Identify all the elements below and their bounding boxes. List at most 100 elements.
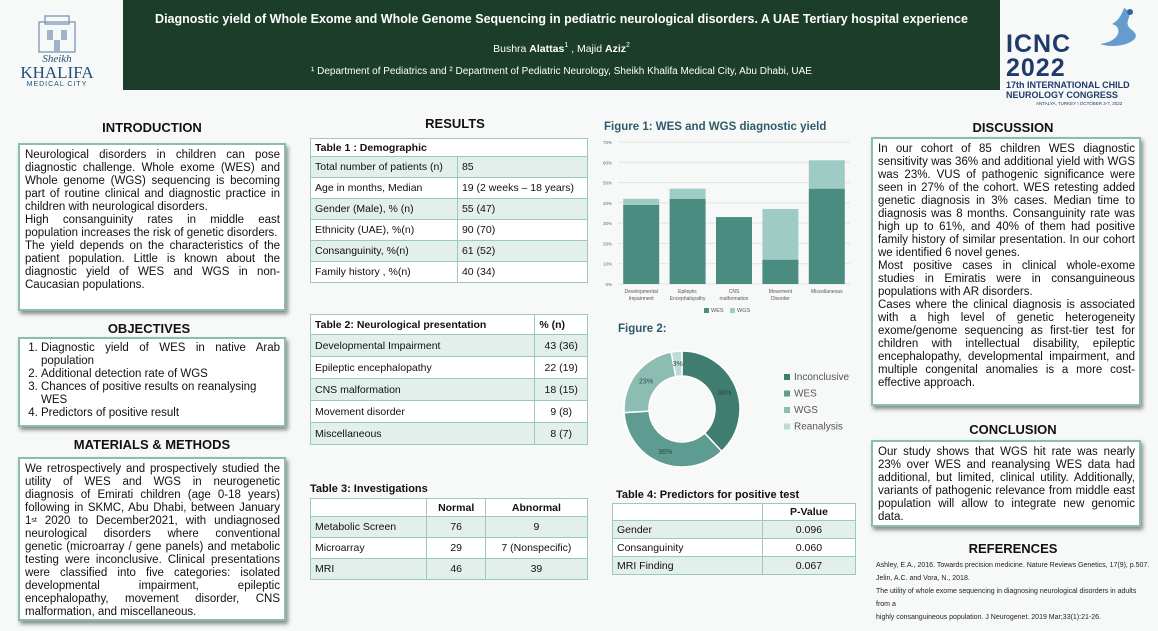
legend-swatch: [784, 390, 790, 397]
y-tick-label: 20%: [603, 241, 612, 246]
table-row: Consanguinity 0.060: [612, 538, 857, 557]
legend-label: WGS: [794, 405, 818, 416]
table-cell: 0.060: [761, 538, 857, 557]
table-cell: 90 (70): [456, 219, 589, 241]
table-row: Movement disorder 9 (8): [309, 400, 588, 423]
legend-label: WES: [794, 389, 817, 400]
x-tick-label: CNS: [729, 289, 740, 295]
table-cell: Ethnicity (UAE), %(n): [310, 219, 458, 241]
discussion-p2: Most positive cases in clinical whole-ex…: [878, 260, 1135, 298]
intro-p1: Neurological disorders in children can p…: [25, 149, 280, 213]
legend-label: Inconclusive: [794, 372, 849, 383]
icnc-logo: ICNC 2022 17th INTERNATIONAL CHILD NEURO…: [1006, 8, 1156, 118]
bar-wgs: [808, 160, 845, 189]
table3-investigations: Normal Abnormal Metabolic Screen 76 9 Microar…: [309, 498, 589, 580]
methods-text-b: 2020 to December2021, with undiagnosed n…: [25, 515, 280, 618]
author1-last: Alattas: [529, 43, 565, 55]
authors: Bushra Alattas1 , Majid Aziz2: [123, 42, 1000, 55]
table-cell: Epileptic encephalopathy: [309, 356, 536, 379]
results-heading: RESULTS: [425, 116, 485, 131]
y-tick-label: 50%: [603, 181, 612, 186]
x-tick-label: Movement: [769, 289, 793, 295]
y-tick-label: 0%: [605, 282, 612, 287]
table-cell: CNS malformation: [309, 378, 536, 401]
donut-slice-wes: [623, 410, 723, 468]
table-row: Metabolic Screen 76 9: [309, 516, 589, 538]
table-cell: Consanguinity, %(n): [310, 240, 458, 262]
author1-sup: 1: [564, 42, 569, 49]
figure1-bar-chart: 0% 10% 20% 30% 40% 50% 60% 70% DevelopmentalImpa…: [603, 140, 850, 314]
table-row: MRI Finding 0.067: [612, 556, 857, 575]
table3-title: Table 3: Investigations: [310, 483, 428, 495]
bar-wes: [716, 217, 752, 284]
table-cell: Family history , %(n): [310, 261, 458, 283]
author1-first: Bushra: [493, 43, 530, 55]
table2-presentation: Table 2: Neurological presentation% (n) …: [309, 314, 588, 445]
x-tick-label: Disorder: [771, 296, 790, 302]
y-tick-label: 40%: [603, 201, 612, 206]
figure1-title: Figure 1: WES and WGS diagnostic yield: [604, 121, 827, 133]
table2-title: Table 2: Neurological presentation: [309, 314, 536, 335]
author2-last: Aziz: [604, 43, 626, 55]
figure2-title: Figure 2:: [618, 323, 667, 335]
objectives-list: Diagnostic yield of WES in native Arab p…: [25, 342, 280, 420]
bar-wgs: [762, 208, 799, 260]
legend-swatch: [730, 308, 735, 313]
references-heading: REFERENCES: [968, 541, 1058, 556]
table-cell: 0.067: [761, 556, 857, 575]
reference-item: highly consanguineous population. J Neur…: [876, 614, 1101, 621]
affiliations: ¹ Department of Pediatrics and ² Departm…: [311, 66, 812, 77]
slice-data-label: 3%: [673, 361, 683, 368]
table-cell: [612, 503, 763, 521]
objective-item: Predictors of positive result: [41, 407, 280, 420]
table-row: Developmental Impairment 43 (36): [309, 334, 588, 357]
table-row: Epileptic encephalopathy 22 (19): [309, 356, 588, 379]
author2-sup: 2: [625, 42, 630, 49]
y-tick-label: 70%: [603, 140, 612, 145]
introduction-box: Neurological disorders in children can p…: [18, 143, 286, 311]
legend-label: WES: [711, 308, 724, 314]
legend-swatch: [704, 308, 709, 313]
table-cell: 0.096: [761, 520, 857, 539]
table-cell: 85: [456, 156, 589, 178]
y-tick-label: 30%: [603, 221, 612, 226]
table-cell: Gender (Male), % (n): [310, 198, 458, 220]
table4-title: Table 4: Predictors for positive test: [616, 489, 800, 501]
table1-title: Table 1 : Demographic: [310, 138, 588, 157]
logo-line2: KHALIFA: [20, 63, 94, 82]
table-cell: 19 (2 weeks – 18 years): [456, 177, 589, 199]
table-cell: MRI: [309, 558, 428, 580]
methods-box: We retrospectively and prospectively stu…: [18, 457, 286, 621]
legend-swatch: [784, 423, 790, 430]
slice-data-label: 38%: [717, 390, 731, 397]
table-cell: Microarray: [309, 537, 428, 559]
dancer-icon: [1100, 8, 1136, 46]
y-tick-label: 60%: [603, 160, 612, 165]
x-tick-label: Encephalopathy: [670, 296, 706, 302]
x-tick-label: Impairment: [629, 296, 655, 302]
title-banner: Diagnostic yield of Whole Exome and Whol…: [123, 0, 1000, 90]
table4-predictors: P-Value Gender 0.096 Consanguinity 0.060 MRI …: [612, 503, 857, 575]
table-row: Gender (Male), % (n) 55 (47): [310, 198, 589, 220]
legend-swatch: [784, 407, 790, 413]
table-row: MRI 46 39: [309, 558, 589, 580]
legend-label: WGS: [737, 308, 750, 314]
x-tick-label: Epileptic: [678, 289, 697, 295]
icnc-line4: NEUROLOGY CONGRESS: [1006, 90, 1118, 100]
legend-swatch: [784, 374, 790, 380]
table-row: P-Value: [612, 503, 857, 521]
table-row: Family history , %(n) 40 (34): [310, 261, 589, 283]
table-cell: 39: [484, 558, 589, 580]
icnc-line3: 17th INTERNATIONAL CHILD: [1006, 80, 1130, 90]
reference-item: The utility of whole exome sequencing in…: [876, 588, 1137, 608]
table-cell: P-Value: [761, 503, 857, 521]
methods-text: We retrospectively and prospectively stu…: [25, 463, 280, 619]
discussion-p1: In our cohort of 85 children WES diagnos…: [878, 143, 1135, 259]
poster: Sheikh KHALIFA MEDICAL CITY Diagnostic y…: [0, 0, 1158, 631]
discussion-p3: Cases where the clinical diagnosis is as…: [878, 299, 1135, 389]
table-cell: MRI Finding: [612, 556, 763, 575]
intro-p2: High consanguinity rates in middle east …: [25, 214, 280, 239]
objectives-box: Diagnostic yield of WES in native Arab p…: [18, 337, 286, 427]
objectives-heading: OBJECTIVES: [107, 321, 191, 336]
legend-label: Reanalysis: [794, 422, 843, 433]
